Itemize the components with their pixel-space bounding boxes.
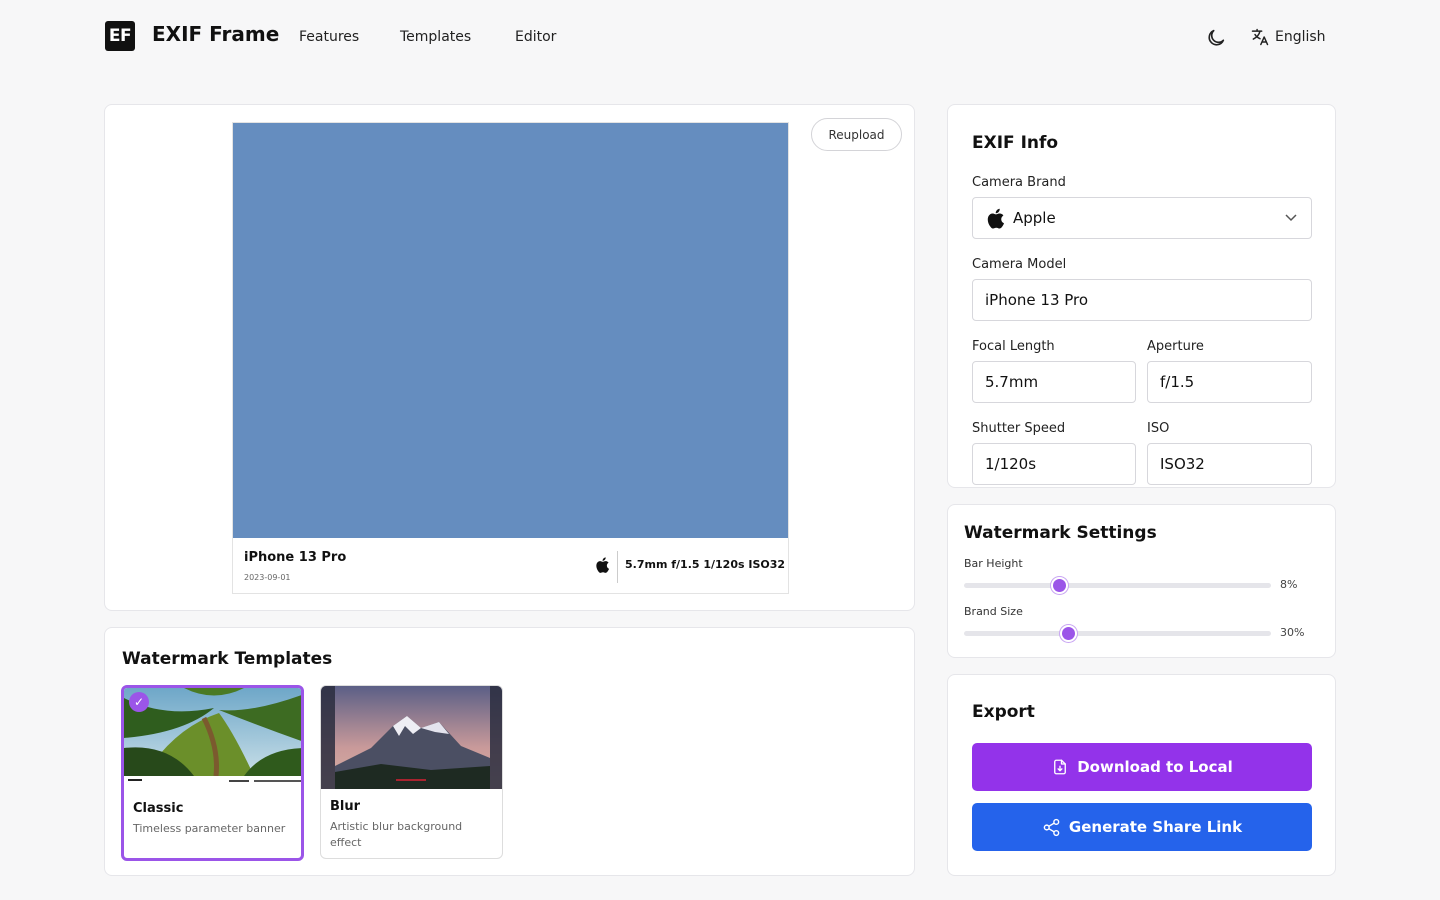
reupload-button[interactable]: Reupload <box>811 118 902 151</box>
nav-features[interactable]: Features <box>299 29 359 45</box>
brand-size-label: Brand Size <box>964 605 1023 618</box>
framed-photo: iPhone 13 Pro 2023-09-01 5.7mm f/1.5 1/1… <box>232 122 789 594</box>
apple-logo-icon <box>596 557 610 573</box>
file-download-icon <box>1054 759 1067 775</box>
apple-logo-icon <box>987 208 1005 229</box>
download-to-local-button[interactable]: Download to Local <box>972 743 1312 791</box>
translate-icon <box>1251 28 1269 46</box>
aperture-input[interactable] <box>1147 361 1312 403</box>
language-selector[interactable]: English <box>1250 27 1326 47</box>
bar-height-value: 8% <box>1280 578 1298 591</box>
template-blur[interactable]: Blur Artistic blur background effect <box>320 685 503 859</box>
photo-preview <box>233 123 788 538</box>
camera-model-input[interactable] <box>972 279 1312 321</box>
selected-check-icon: ✓ <box>129 692 149 712</box>
watermark-params: 5.7mm f/1.5 1/120s ISO32 <box>625 558 786 571</box>
watermark-model: iPhone 13 Pro <box>244 550 347 565</box>
iso-input[interactable] <box>1147 443 1312 485</box>
chevron-down-icon <box>1285 214 1297 222</box>
export-panel: Export Download to Local Generate Share … <box>947 674 1336 876</box>
language-label: English <box>1275 29 1326 45</box>
app-title[interactable]: EXIF Frame <box>152 22 279 46</box>
share-icon <box>1043 818 1060 836</box>
theme-toggle-button[interactable] <box>1205 27 1227 49</box>
preview-panel: iPhone 13 Pro 2023-09-01 5.7mm f/1.5 1/1… <box>104 104 915 611</box>
template-classic-thumbnail <box>124 688 301 788</box>
nav-templates[interactable]: Templates <box>400 29 471 45</box>
template-blur-thumbnail <box>321 686 502 789</box>
watermark-settings-title: Watermark Settings <box>964 523 1157 543</box>
template-description: Artistic blur background effect <box>330 820 463 849</box>
watermark-date: 2023-09-01 <box>244 573 291 582</box>
shutter-speed-input[interactable] <box>972 443 1136 485</box>
download-label: Download to Local <box>1077 758 1233 776</box>
bar-height-slider-handle[interactable] <box>1051 577 1069 594</box>
brand-size-slider-handle[interactable] <box>1060 625 1078 642</box>
watermark-templates-panel: Watermark Templates ✓ Classic Timeless p… <box>104 627 915 876</box>
app-logo[interactable]: EF <box>105 21 135 51</box>
iso-label: ISO <box>1147 421 1170 436</box>
camera-brand-select[interactable]: Apple <box>972 197 1312 239</box>
camera-brand-value: Apple <box>1013 209 1056 227</box>
watermark-settings-panel: Watermark Settings Bar Height 8% Brand S… <box>947 504 1336 658</box>
focal-length-label: Focal Length <box>972 339 1055 354</box>
camera-brand-label: Camera Brand <box>972 175 1066 190</box>
generate-share-link-button[interactable]: Generate Share Link <box>972 803 1312 851</box>
bar-height-slider[interactable] <box>964 577 1271 594</box>
aperture-label: Aperture <box>1147 339 1204 354</box>
camera-model-label: Camera Model <box>972 257 1067 272</box>
exif-info-panel: EXIF Info Camera Brand Apple Camera Mode… <box>947 104 1336 488</box>
share-label: Generate Share Link <box>1068 818 1243 836</box>
moon-icon <box>1208 29 1225 46</box>
templates-title: Watermark Templates <box>122 649 333 669</box>
template-classic[interactable]: ✓ Classic Timeless parameter banner <box>121 685 304 861</box>
exif-title: EXIF Info <box>972 133 1059 153</box>
export-title: Export <box>972 702 1035 722</box>
brand-size-slider[interactable] <box>964 625 1271 642</box>
bar-height-label: Bar Height <box>964 557 1023 570</box>
watermark-divider <box>617 551 618 583</box>
template-name: Classic <box>133 801 184 816</box>
nav-editor[interactable]: Editor <box>515 29 556 45</box>
brand-size-value: 30% <box>1280 626 1305 639</box>
focal-length-input[interactable] <box>972 361 1136 403</box>
template-description: Timeless parameter banner <box>133 822 286 835</box>
template-name: Blur <box>330 799 361 814</box>
shutter-speed-label: Shutter Speed <box>972 421 1066 436</box>
